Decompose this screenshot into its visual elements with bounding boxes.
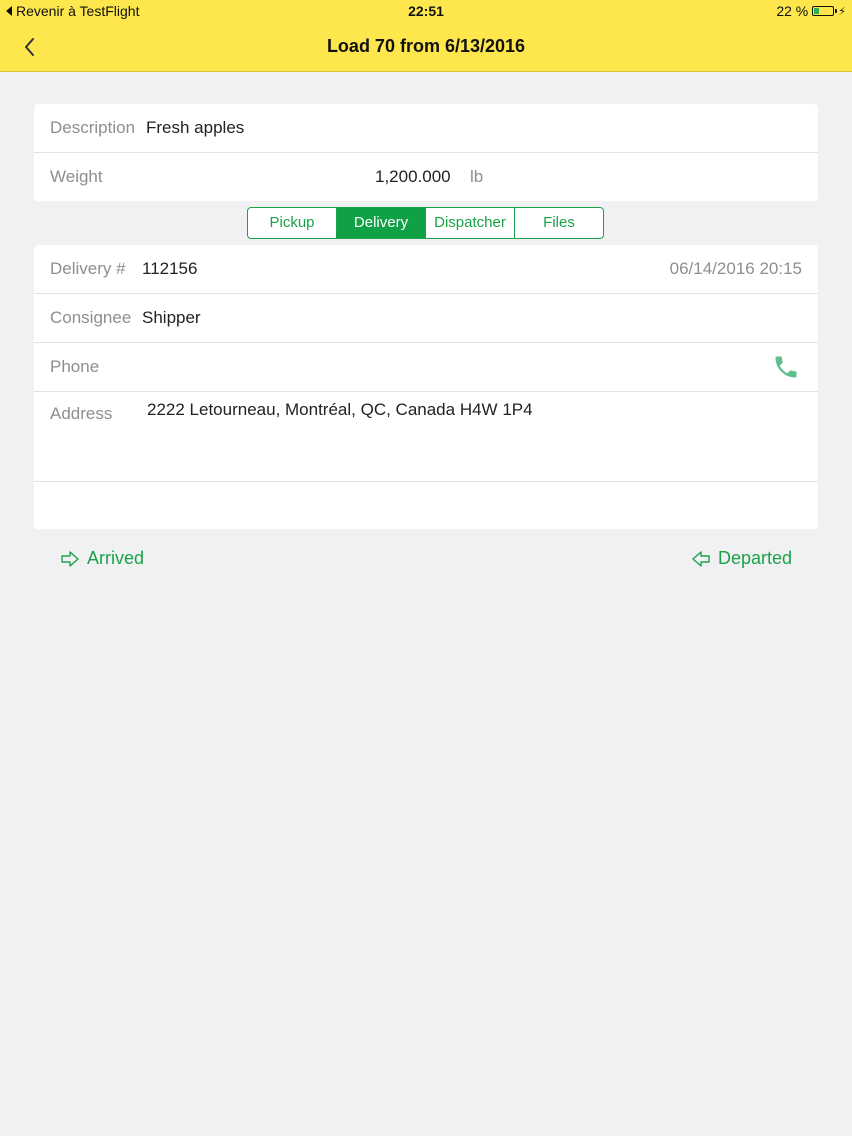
description-row: Description Fresh apples: [34, 104, 818, 153]
tab-dispatcher[interactable]: Dispatcher: [426, 208, 515, 238]
description-label: Description: [50, 118, 136, 137]
delivery-number-value: 112156: [142, 259, 198, 278]
consignee-value: Shipper: [142, 308, 201, 327]
weight-unit: lb: [470, 167, 484, 186]
phone-row: Phone: [34, 343, 818, 392]
tab-delivery[interactable]: Delivery: [337, 208, 426, 238]
arrived-label: Arrived: [87, 548, 145, 568]
delivery-datetime: 06/14/2016 20:15: [669, 259, 802, 278]
departed-button[interactable]: Departed: [692, 548, 792, 569]
top-bar: Revenir à TestFlight 22:51 22 % ⚡ Load 7…: [0, 0, 852, 72]
address-label: Address: [50, 404, 113, 423]
battery-indicator: 22 % ⚡: [776, 3, 846, 19]
departed-label: Departed: [718, 548, 793, 568]
battery-icon: [812, 6, 838, 16]
arrow-left-icon: [692, 550, 710, 567]
status-time: 22:51: [408, 3, 444, 19]
description-value: Fresh apples: [146, 118, 245, 137]
weight-value: 1,200.000: [375, 167, 451, 186]
delivery-number-row: Delivery # 112156 06/14/2016 20:15: [34, 245, 818, 294]
weight-label: Weight: [50, 167, 103, 186]
address-row: Address 2222 Letourneau, Montréal, QC, C…: [34, 392, 818, 482]
tab-pickup[interactable]: Pickup: [248, 208, 337, 238]
consignee-row: Consignee Shipper: [34, 294, 818, 343]
divider: [50, 481, 818, 482]
status-bar: Revenir à TestFlight 22:51 22 % ⚡: [0, 0, 852, 24]
arrow-right-icon: [61, 550, 79, 567]
charging-bolt-icon: ⚡: [838, 5, 846, 18]
tab-files[interactable]: Files: [515, 208, 603, 238]
battery-percent: 22 %: [776, 3, 809, 19]
address-value: 2222 Letourneau, Montréal, QC, Canada H4…: [147, 400, 533, 419]
page-title: Load 70 from 6/13/2016: [326, 36, 526, 56]
phone-label: Phone: [50, 357, 100, 376]
phone-call-icon[interactable]: [772, 353, 800, 386]
arrived-button[interactable]: Arrived: [61, 548, 144, 569]
consignee-label: Consignee: [50, 308, 132, 327]
delivery-card: Delivery # 112156 06/14/2016 20:15 Consi…: [34, 245, 818, 529]
weight-row: Weight 1,200.000 lb: [34, 153, 818, 201]
delivery-number-label: Delivery #: [50, 259, 126, 278]
load-info-card: Description Fresh apples Weight 1,200.00…: [34, 104, 818, 201]
stop-tabs: Pickup Delivery Dispatcher Files: [247, 207, 604, 239]
